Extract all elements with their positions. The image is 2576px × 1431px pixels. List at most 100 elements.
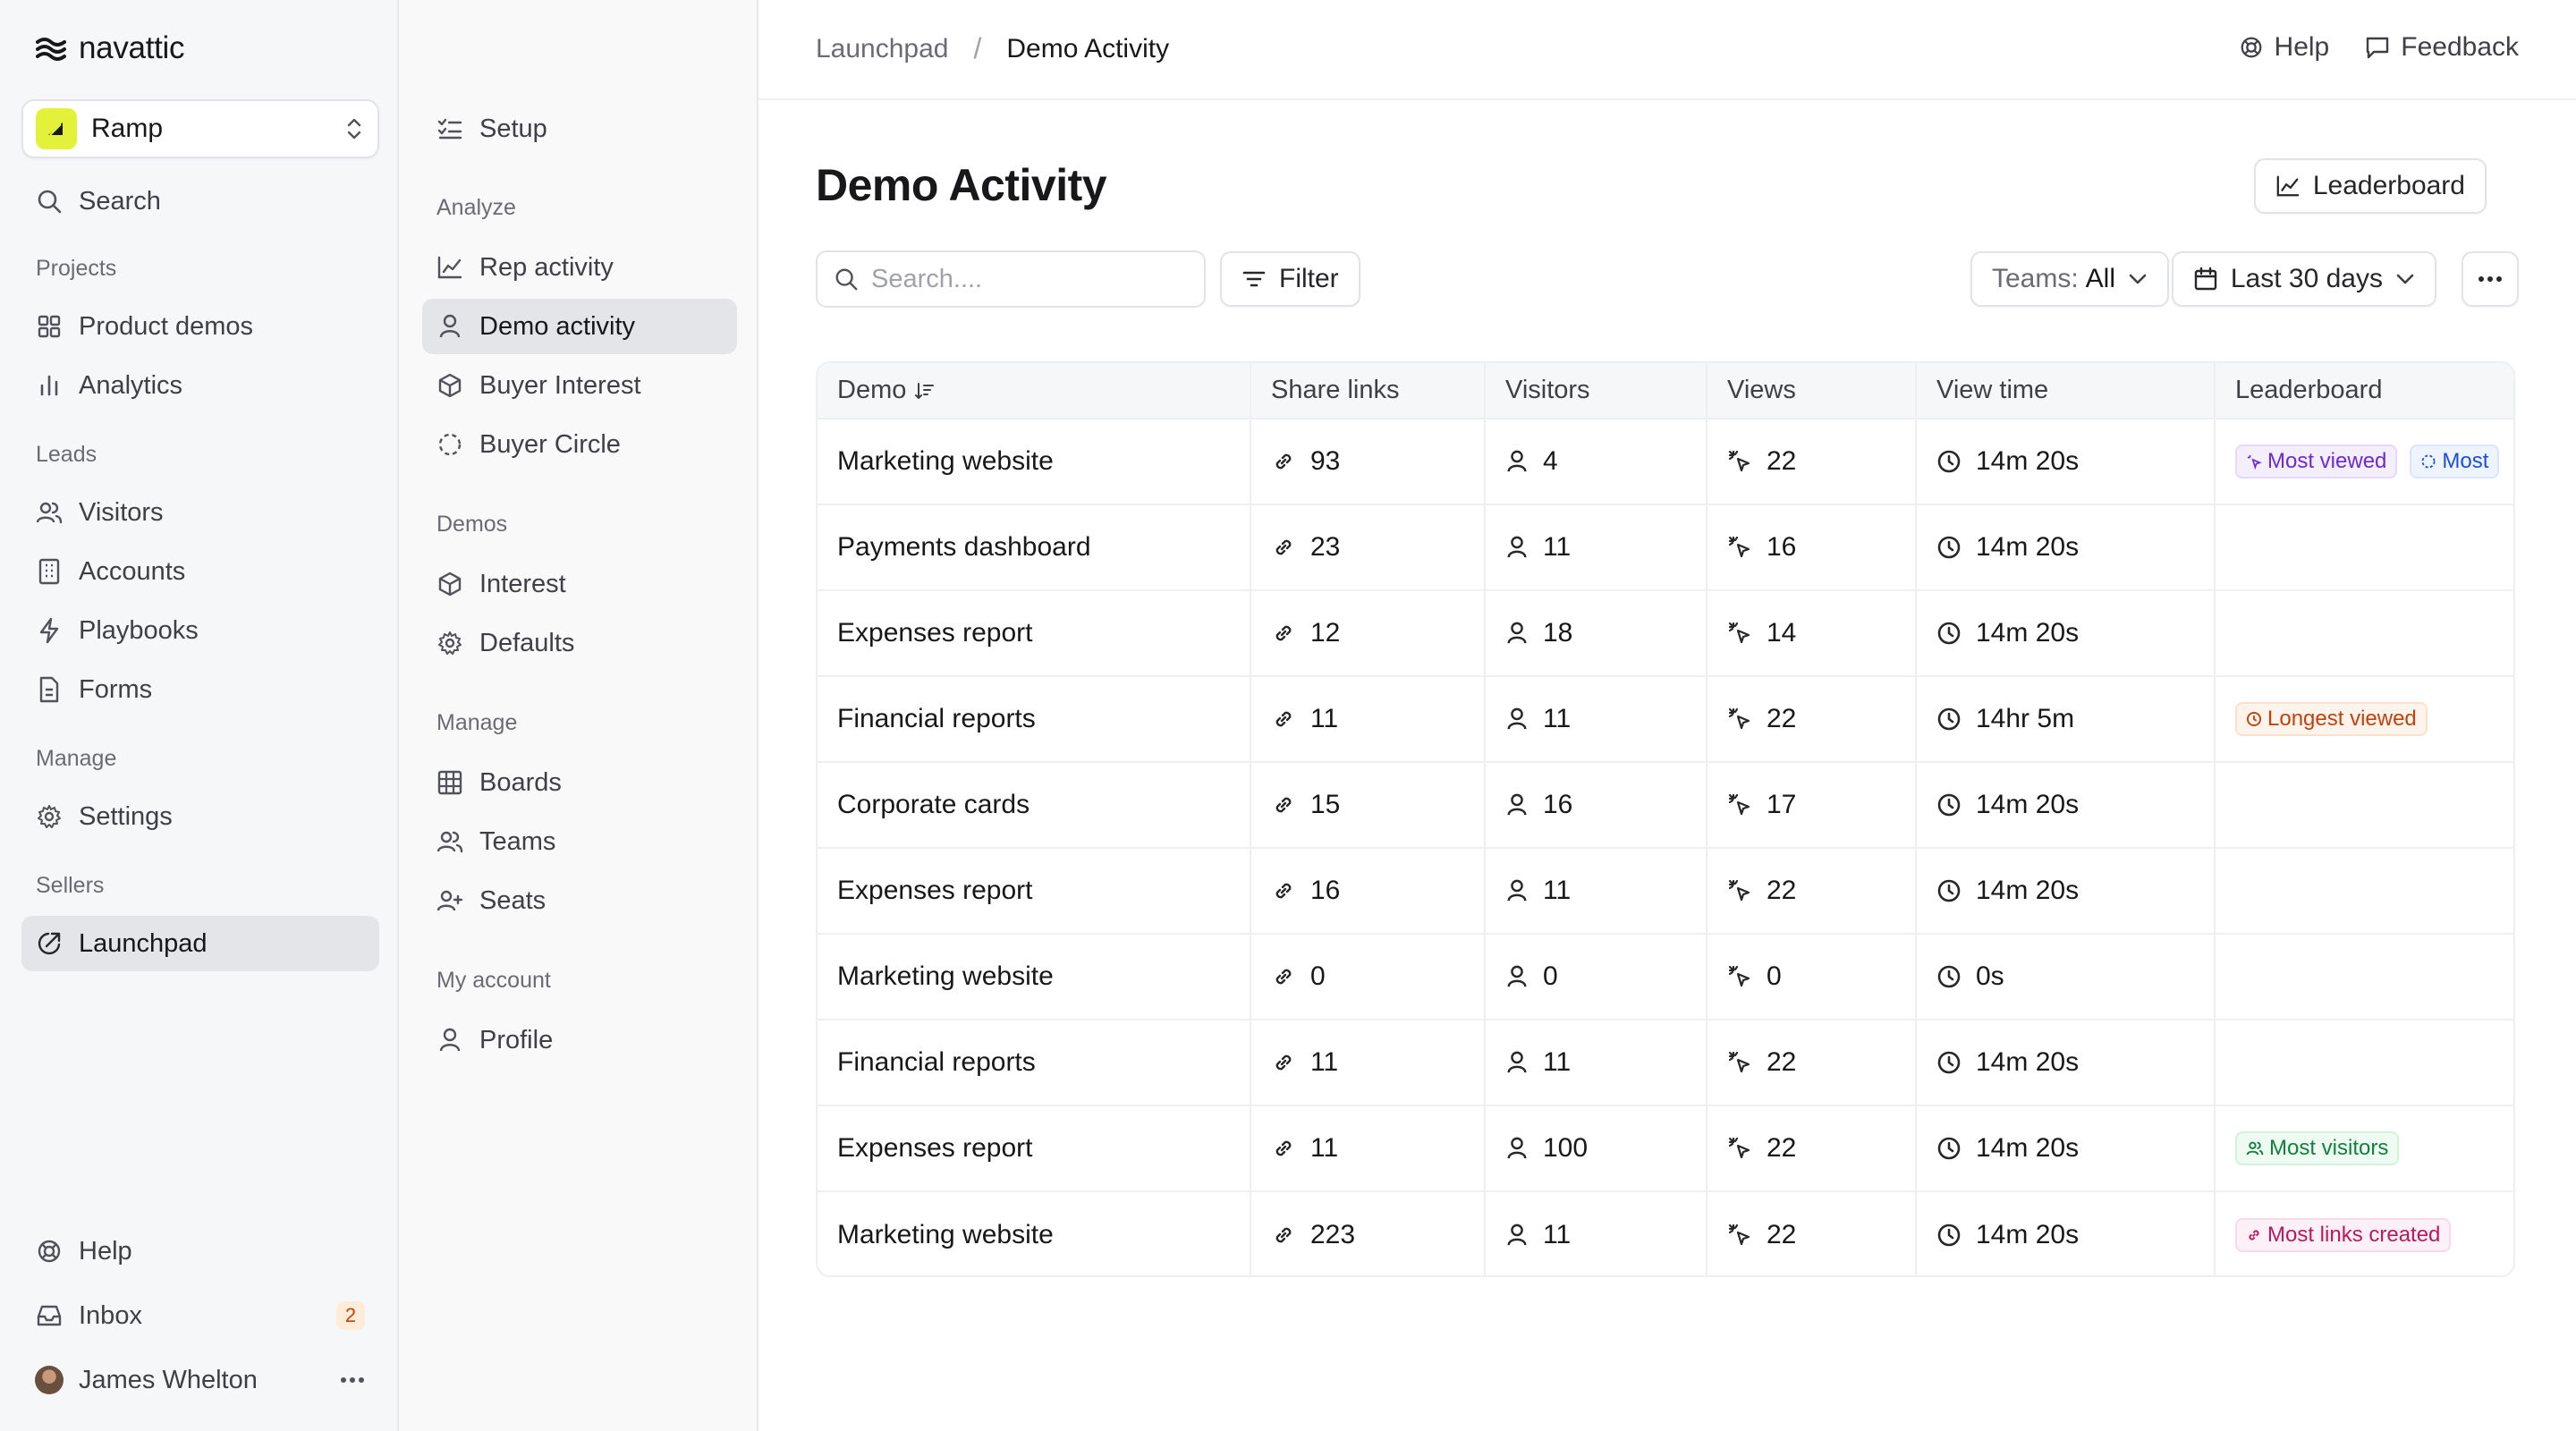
visitors-value: 100 [1543,1133,1589,1163]
user-avatar [34,1365,64,1395]
sidebar-item-label: Inbox [79,1300,142,1330]
subnav-item-profile[interactable]: Profile [422,1012,737,1068]
table-row[interactable]: Corporate cards 15 16 17 14m 20s [818,762,2513,849]
link-icon [1271,1223,1296,1248]
filter-button[interactable]: Filter [1220,251,1360,307]
cell-views: 17 [1707,762,1917,849]
cell-demo[interactable]: Corporate cards [818,762,1251,849]
column-header-demo[interactable]: Demo [818,363,1251,419]
cell-views: 22 [1707,1020,1917,1106]
cell-demo[interactable]: Financial reports [818,676,1251,763]
column-header-share-links[interactable]: Share links [1250,363,1486,419]
sidebar-item-label: Analytics [79,370,183,400]
column-header-leaderboard[interactable]: Leaderboard [2215,363,2513,419]
user-icon [1505,1136,1529,1161]
search-icon [34,186,64,216]
help-link[interactable]: Help [2239,32,2329,63]
top-actions: Help Feedback [2239,32,2519,63]
more-options-button[interactable] [2462,251,2519,307]
sidebar-item-launchpad[interactable]: Launchpad [21,916,379,971]
table-row[interactable]: Expenses report 12 18 14 14m 20s [818,590,2513,677]
table-row[interactable]: Financial reports 11 11 22 14hr 5m Longest vi… [818,676,2513,763]
search-input[interactable] [871,264,1188,294]
sidebar-item-help[interactable]: Help [21,1224,379,1279]
share-links-value: 11 [1310,1047,1339,1077]
cell-views: 22 [1707,419,1917,505]
share-links-value: 16 [1310,876,1341,905]
subnav-item-buyer-interest[interactable]: Buyer Interest [422,358,737,413]
link-icon [1271,1050,1296,1075]
user-icon [1505,878,1529,903]
table-row[interactable]: Expenses report 16 11 22 14m 20s [818,848,2513,935]
leaderboard-badge: Longest viewed [2235,702,2428,736]
user-menu[interactable]: James Whelton [21,1352,379,1408]
sidebar-item-product-demos[interactable]: Product demos [21,299,379,354]
subnav-item-boards[interactable]: Boards [422,755,737,810]
visitors-value: 16 [1543,790,1573,819]
subnav-item-defaults[interactable]: Defaults [422,615,737,671]
more-horizontal-icon[interactable] [340,1376,365,1384]
clock-icon [1936,792,1962,817]
sidebar-item-settings[interactable]: Settings [21,789,379,844]
cell-demo[interactable]: Financial reports [818,1020,1251,1106]
subnav-item-interest[interactable]: Interest [422,556,737,612]
demo-activity-table: Demo Share links Visitors Views View tim… [816,361,2515,1277]
subnav-item-buyer-circle[interactable]: Buyer Circle [422,417,737,472]
leaderboard-button[interactable]: Leaderboard [2253,158,2487,214]
cell-demo[interactable]: Expenses report [818,848,1251,935]
subnav-item-seats[interactable]: Seats [422,873,737,928]
cell-demo[interactable]: Marketing website [818,1191,1251,1275]
demo-name: Financial reports [837,704,1036,733]
sidebar-item-visitors[interactable]: Visitors [21,485,379,540]
cell-demo[interactable]: Expenses report [818,1105,1251,1192]
sidebar-item-label: Launchpad [79,928,208,958]
search-field[interactable] [816,250,1206,308]
launchpad-icon [34,928,64,959]
subnav-item-demo-activity[interactable]: Demo activity [422,299,737,354]
cell-visitors: 18 [1485,590,1707,677]
teams-select-value: All [2085,264,2115,293]
cell-demo[interactable]: Marketing website [818,419,1251,505]
sidebar-item-inbox[interactable]: Inbox 2 [21,1288,379,1343]
column-header-visitors[interactable]: Visitors [1485,363,1707,419]
sidebar-item-search[interactable]: Search [21,174,379,229]
workspace-switcher[interactable]: Ramp [21,99,379,158]
grid-icon [34,311,64,342]
user-icon [1505,792,1529,817]
sidebar-item-accounts[interactable]: Accounts [21,544,379,599]
column-header-view-time[interactable]: View time [1916,363,2216,419]
cell-demo[interactable]: Payments dashboard [818,504,1251,591]
table-row[interactable]: Financial reports 11 11 22 14m 20s [818,1020,2513,1106]
sidebar-item-playbooks[interactable]: Playbooks [21,603,379,658]
sidebar-item-analytics[interactable]: Analytics [21,358,379,413]
section-label-manage: Manage [436,710,518,735]
share-links-value: 0 [1310,961,1326,991]
subnav-item-teams[interactable]: Teams [422,814,737,869]
breadcrumb-current: Demo Activity [1006,33,1170,64]
link-icon [1271,792,1296,817]
subnav-item-label: Boards [479,767,562,797]
breadcrumb-launchpad[interactable]: Launchpad [816,34,948,64]
sidebar-item-label: Help [79,1236,132,1266]
subnav-item-setup[interactable]: Setup [422,101,737,157]
cell-demo[interactable]: Marketing website [818,934,1251,1020]
section-label-my-account: My account [436,968,551,993]
table-row[interactable]: Marketing website 0 0 0 0s [818,934,2513,1020]
feedback-link[interactable]: Feedback [2365,32,2519,63]
cell-demo[interactable]: Expenses report [818,590,1251,677]
table-row[interactable]: Marketing website 93 4 22 14m 20s Most viewed… [818,419,2513,505]
table-row[interactable]: Expenses report 11 100 22 14m 20s Most visito… [818,1105,2513,1192]
sidebar-item-forms[interactable]: Forms [21,662,379,717]
date-range-select[interactable]: Last 30 days [2171,251,2436,307]
cell-share-links: 11 [1250,1105,1486,1192]
teams-select-label: Teams: [1991,264,2079,293]
table-row[interactable]: Payments dashboard 23 11 16 14m 20s [818,504,2513,591]
teams-select[interactable]: Teams: All [1970,251,2169,307]
table-row[interactable]: Marketing website 223 11 22 14m 20s Most link… [818,1191,2513,1275]
line-chart-icon [2275,174,2301,199]
link-icon [1271,707,1296,732]
column-header-views[interactable]: Views [1707,363,1917,419]
subnav-item-rep-activity[interactable]: Rep activity [422,240,737,295]
clock-icon [1936,621,1962,646]
navattic-logo[interactable]: navattic [36,30,185,66]
